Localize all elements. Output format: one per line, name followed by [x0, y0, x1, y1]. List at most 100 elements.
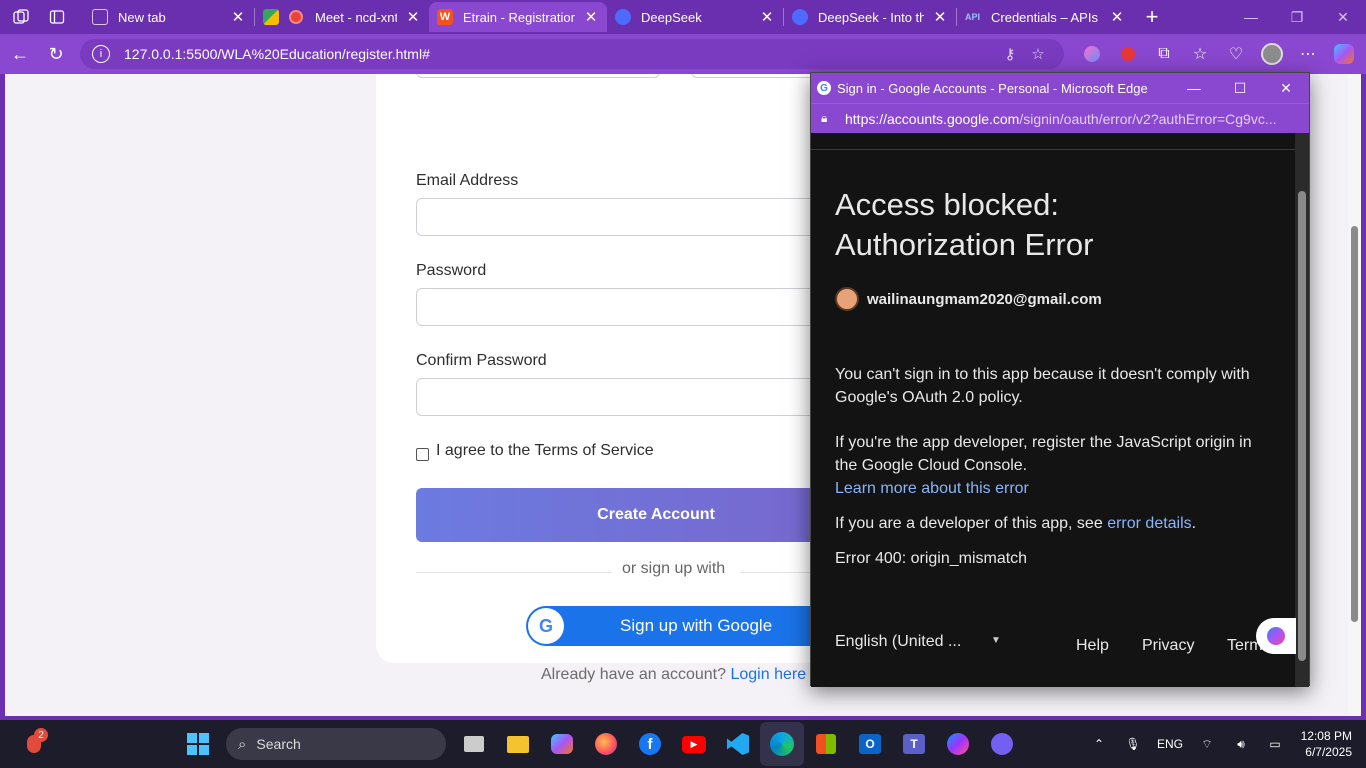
account-email: wailinaungmam2020@gmail.com [867, 290, 1102, 308]
site-info-icon[interactable]: i [92, 45, 110, 63]
copilot-icon[interactable] [1326, 38, 1362, 70]
tab-deepseek[interactable]: DeepSeek ✕ [607, 2, 783, 32]
error-code: Error 400: origin_mismatch [835, 550, 1028, 567]
new-tab-favicon-icon [92, 9, 108, 25]
microphone-icon[interactable]: 🎙︎ [1116, 737, 1150, 751]
restore-icon[interactable]: ❐ [1274, 0, 1320, 34]
close-tab-icon[interactable]: ✕ [932, 8, 948, 26]
copilot-app-icon[interactable] [540, 722, 584, 766]
url-field[interactable]: i 127.0.0.1:5500/WLA%20Education/registe… [80, 39, 1064, 69]
popup-close-icon[interactable]: ✕ [1263, 80, 1309, 97]
popup-window-title: Sign in - Google Accounts - Personal - M… [837, 80, 1148, 96]
first-name-field[interactable] [416, 74, 660, 78]
favorite-star-icon[interactable]: ☆ [1024, 45, 1052, 63]
terms-checkbox[interactable] [416, 448, 429, 461]
header-divider [811, 149, 1297, 150]
weather-widget-icon[interactable]: 2 [12, 722, 56, 766]
error-details-link[interactable]: error details [1107, 515, 1191, 532]
window-controls: — ❐ ✕ [1228, 0, 1366, 34]
privacy-link[interactable]: Privacy [1142, 637, 1194, 655]
recording-icon [289, 10, 303, 24]
teams-icon[interactable]: T [892, 722, 936, 766]
chevron-up-icon[interactable]: ⌃ [1082, 737, 1116, 751]
account-chip[interactable]: wailinaungmam2020@gmail.com [835, 287, 1102, 311]
start-button[interactable] [176, 722, 220, 766]
extensions-puzzle-icon[interactable]: ⧉ [1146, 38, 1182, 70]
extension-red-icon[interactable] [1110, 38, 1146, 70]
close-tab-icon[interactable]: ✕ [583, 8, 599, 26]
messenger-icon[interactable] [936, 722, 980, 766]
extension-icon[interactable] [1074, 38, 1110, 70]
page-scrollbar[interactable] [1348, 74, 1361, 716]
wifi-icon[interactable]: ⌔ [1190, 737, 1224, 752]
popup-scrollbar-thumb[interactable] [1298, 191, 1306, 661]
search-label: Search [256, 736, 301, 752]
close-tab-icon[interactable]: ✕ [1109, 8, 1125, 26]
taskbar-search[interactable]: ⌕ Search [226, 728, 446, 760]
login-row: Already have an account? Login here [541, 666, 806, 684]
facebook-icon[interactable]: f [628, 722, 672, 766]
clock[interactable]: 12:08 PM 6/7/2025 [1292, 728, 1366, 760]
learn-more-link[interactable]: Learn more about this error [835, 477, 1275, 500]
profile-avatar[interactable] [1254, 38, 1290, 70]
page-scrollbar-thumb[interactable] [1351, 226, 1358, 622]
taskbar: 2 ⌕ Search f ▶ O T ⌃ 🎙︎ ENG ⌔ 🔊︎ ▭ 12:08… [0, 720, 1366, 768]
error-details-row: If you are a developer of this app, see … [835, 512, 1275, 535]
back-button[interactable]: ← [2, 38, 38, 70]
refresh-button[interactable]: ↻ [38, 38, 74, 70]
search-icon: ⌕ [238, 735, 247, 753]
deepseek-favicon-icon [792, 9, 808, 25]
battery-icon[interactable]: ▭ [1258, 737, 1292, 751]
favorites-icon[interactable]: ☆ [1182, 38, 1218, 70]
popup-body: Access blocked: Authorization Error wail… [811, 133, 1297, 687]
help-link[interactable]: Help [1076, 637, 1109, 655]
language-selector[interactable]: English (United ... [835, 633, 961, 651]
task-view-icon[interactable] [452, 722, 496, 766]
file-explorer-icon[interactable] [496, 722, 540, 766]
firefox-icon[interactable] [584, 722, 628, 766]
edge-icon[interactable] [760, 722, 804, 766]
google-logo-icon: G [528, 608, 564, 644]
more-menu-icon[interactable]: ⋯ [1290, 38, 1326, 70]
popup-minimize-icon[interactable]: — [1171, 80, 1217, 97]
tab-etrain-registration[interactable]: W Etrain - Registration ✕ [429, 2, 607, 32]
login-link[interactable]: Login here [730, 666, 806, 683]
vscode-icon[interactable] [716, 722, 760, 766]
key-icon[interactable]: ⚷ [996, 45, 1024, 63]
chevron-down-icon[interactable]: ▼ [991, 635, 1001, 646]
minimize-icon[interactable]: — [1228, 0, 1274, 34]
youtube-icon[interactable]: ▶ [672, 722, 716, 766]
popup-url-host: https://accounts.google.com [845, 110, 1020, 127]
copilot-floating-icon[interactable] [1256, 618, 1296, 654]
url-text: 127.0.0.1:5500/WLA%20Education/register.… [124, 46, 430, 62]
close-window-icon[interactable]: ✕ [1320, 0, 1366, 34]
close-tab-icon[interactable]: ✕ [230, 8, 246, 26]
microsoft-store-icon[interactable] [804, 722, 848, 766]
workspaces-icon[interactable] [6, 2, 36, 32]
input-language[interactable]: ENG [1150, 737, 1190, 751]
error-heading: Access blocked: Authorization Error [835, 185, 1093, 265]
new-tab-button[interactable]: + [1137, 4, 1167, 30]
divider-line-left [416, 572, 612, 573]
outlook-icon[interactable]: O [848, 722, 892, 766]
close-tab-icon[interactable]: ✕ [405, 8, 421, 26]
account-avatar [835, 287, 859, 311]
error-heading-line2: Authorization Error [835, 227, 1094, 262]
popup-url-bar[interactable]: 🔒︎ https://accounts.google.com/signin/oa… [811, 103, 1309, 133]
tab-meet[interactable]: Meet - ncd-xntn- ✕ [255, 2, 429, 32]
divider-text: or sign up with [622, 560, 726, 577]
tab-new-tab[interactable]: New tab ✕ [84, 2, 254, 32]
popup-maximize-icon[interactable]: ☐ [1217, 80, 1263, 97]
viber-icon[interactable] [980, 722, 1024, 766]
google-signup-button[interactable]: G Sign up with Google [526, 606, 856, 646]
password-label: Password [416, 262, 487, 279]
close-tab-icon[interactable]: ✕ [759, 8, 775, 26]
terms-label: I agree to the Terms of Service [436, 442, 654, 459]
tab-deepseek-into[interactable]: DeepSeek - Into the U ✕ [784, 2, 956, 32]
volume-icon[interactable]: 🔊︎ [1224, 737, 1258, 752]
popup-url-path: /signin/oauth/error/v2?authError=Cg9vc..… [1019, 110, 1277, 127]
browser-essentials-icon[interactable]: ♡ [1218, 38, 1254, 70]
tab-actions-icon[interactable] [42, 2, 72, 32]
popup-scrollbar[interactable] [1295, 133, 1309, 687]
tab-credentials[interactable]: API Credentials – APIs & S ✕ [957, 2, 1133, 32]
